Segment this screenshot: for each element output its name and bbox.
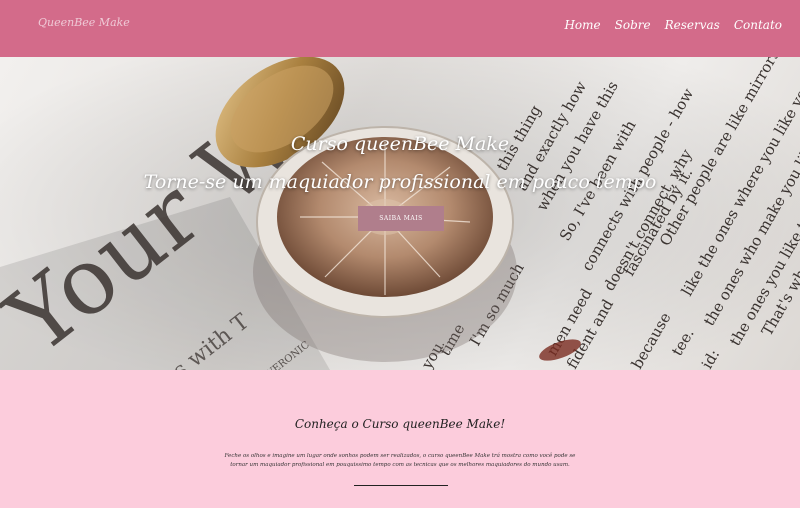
nav-contato[interactable]: Contato — [734, 18, 782, 32]
navbar: QueenBee Make Home Sobre Reservas Contat… — [0, 0, 800, 57]
hero-section: Your W es with T VERONIC this thing and … — [0, 57, 800, 370]
divider — [354, 485, 448, 486]
nav-home[interactable]: Home — [564, 18, 600, 32]
nav-reservas[interactable]: Reservas — [665, 18, 720, 32]
about-section: Conheça o Curso queenBee Make! Feche os … — [0, 370, 800, 508]
about-text: Feche os olhos e imagine um lugar onde s… — [224, 453, 576, 468]
about-title: Conheça o Curso queenBee Make! — [294, 417, 506, 431]
logo[interactable]: QueenBee Make — [38, 16, 130, 29]
saiba-mais-button[interactable]: SAIBA MAIS — [358, 206, 444, 231]
nav-sobre[interactable]: Sobre — [615, 18, 651, 32]
hero-subtitle: Torne-se um maquiador profissional em po… — [143, 171, 657, 193]
main-nav: Home Sobre Reservas Contato — [564, 18, 782, 32]
hero-title: Curso queenBee Make — [290, 133, 510, 155]
